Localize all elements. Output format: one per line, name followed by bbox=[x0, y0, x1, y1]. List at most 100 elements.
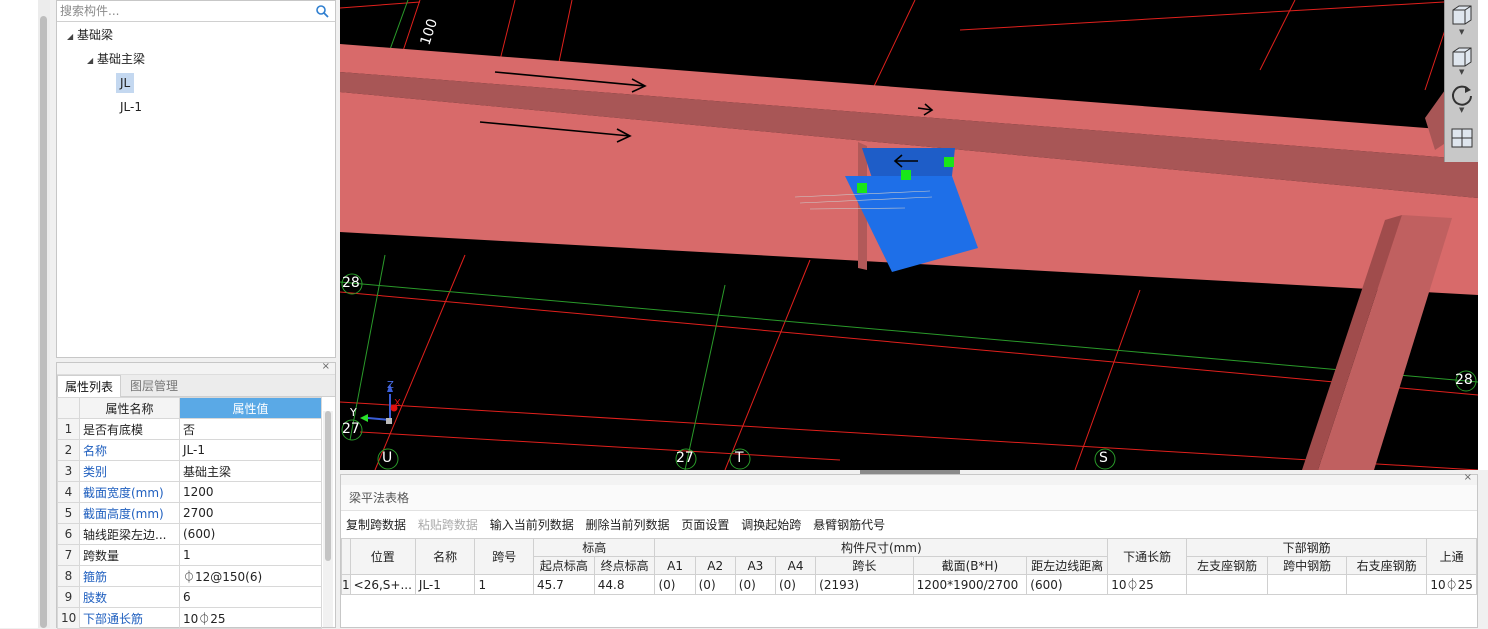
table-row[interactable]: 4 截面宽度(mm) 1200 bbox=[57, 481, 322, 503]
tree-node-jl-1[interactable]: JL-1 bbox=[120, 97, 142, 117]
table-row[interactable]: 7 跨数量 1 bbox=[57, 544, 322, 566]
close-icon[interactable]: × bbox=[322, 361, 330, 372]
table-row[interactable]: 6 轴线距梁左边... (600) bbox=[57, 523, 322, 545]
property-scrollbar[interactable] bbox=[323, 411, 333, 627]
header-a3: A3 bbox=[734, 556, 776, 575]
table-toolbar: 复制跨数据 粘贴跨数据 输入当前列数据 删除当前列数据 页面设置 调换起始跨 悬… bbox=[341, 513, 1477, 537]
cube-icon bbox=[1452, 5, 1472, 25]
tree-node-foundation-beam[interactable]: ◢ 基础梁 bbox=[67, 25, 113, 45]
row-number: 10 bbox=[57, 607, 80, 629]
tree-node-label: JL bbox=[120, 76, 131, 90]
table-row[interactable]: 2 名称 JL-1 bbox=[57, 439, 322, 461]
header-end-elev: 终点标高 bbox=[593, 556, 656, 575]
delete-column-button[interactable]: 删除当前列数据 bbox=[586, 518, 670, 532]
beam-table-panel: × 梁平法表格 复制跨数据 粘贴跨数据 输入当前列数据 删除当前列数据 页面设置… bbox=[340, 472, 1478, 628]
cell-a1[interactable]: (0) bbox=[654, 574, 696, 595]
header-right-support: 右支座钢筋 bbox=[1346, 556, 1428, 575]
prop-value[interactable]: 1 bbox=[179, 544, 322, 566]
prop-value[interactable]: 10⏀25 bbox=[179, 607, 322, 629]
search-input[interactable] bbox=[57, 1, 307, 21]
scroll-thumb[interactable] bbox=[40, 16, 47, 628]
layout-button[interactable] bbox=[1449, 126, 1475, 156]
copy-span-button[interactable]: 复制跨数据 bbox=[346, 518, 406, 532]
prop-value[interactable]: JL-1 bbox=[179, 439, 322, 461]
cell-left-distance[interactable]: (600) bbox=[1026, 574, 1109, 595]
cell-a3[interactable]: (0) bbox=[734, 574, 776, 595]
scroll-thumb[interactable] bbox=[325, 411, 331, 561]
row-number: 1 bbox=[341, 574, 351, 595]
table-row[interactable]: 5 截面高度(mm) 2700 bbox=[57, 502, 322, 524]
prop-value[interactable]: 基础主梁 bbox=[179, 460, 322, 482]
input-column-button[interactable]: 输入当前列数据 bbox=[490, 518, 574, 532]
cell-section[interactable]: 1200*1900/2700 bbox=[912, 574, 1028, 595]
3d-scene[interactable] bbox=[340, 0, 1478, 470]
grip-point[interactable] bbox=[944, 157, 954, 167]
view-box-button[interactable]: ▼ bbox=[1449, 44, 1475, 76]
prop-name: 截面高度(mm) bbox=[79, 502, 180, 524]
axis-origin bbox=[386, 418, 392, 424]
row-number: 3 bbox=[57, 460, 80, 482]
cantilever-code-button[interactable]: 悬臂钢筋代号 bbox=[813, 518, 885, 532]
search-icon[interactable] bbox=[315, 4, 329, 18]
cell-a4[interactable]: (0) bbox=[774, 574, 817, 595]
cell-a2[interactable]: (0) bbox=[694, 574, 736, 595]
cell-left-support[interactable] bbox=[1185, 574, 1269, 595]
table-row[interactable]: 10 下部通长筋 10⏀25 bbox=[57, 607, 322, 629]
tree-node-main-beam[interactable]: ◢ 基础主梁 bbox=[87, 49, 145, 69]
prop-name: 类别 bbox=[79, 460, 180, 482]
header-prop-name: 属性名称 bbox=[79, 397, 180, 419]
prop-value[interactable]: 否 bbox=[179, 418, 322, 440]
table-row[interactable]: 1 <26,S+... JL-1 1 45.7 44.8 (0) (0) (0)… bbox=[341, 574, 1477, 595]
cell-span-length[interactable]: (2193) bbox=[815, 574, 914, 595]
property-panel: × 属性列表 图层管理 属性名称 属性值 1 是否有底模否 2 名称 JL-1 3 类别… bbox=[56, 361, 336, 629]
axis-label-27: 27 bbox=[676, 450, 694, 466]
panel-header: × bbox=[341, 472, 1477, 485]
cell-span-no[interactable]: 1 bbox=[474, 574, 535, 595]
table-row[interactable]: 8 箍筋 ⏀12@150(6) bbox=[57, 565, 322, 587]
close-icon[interactable]: × bbox=[1464, 472, 1472, 483]
cell-right-support[interactable] bbox=[1346, 574, 1428, 595]
axis-triad bbox=[367, 394, 391, 421]
tree-node-label: JL-1 bbox=[120, 100, 142, 114]
expand-triangle-icon[interactable]: ◢ bbox=[67, 27, 77, 47]
cell-top-through[interactable]: 10⏀25 bbox=[1426, 574, 1477, 595]
prop-value[interactable]: 6 bbox=[179, 586, 322, 608]
3d-viewport[interactable]: U T S 27 27 28 28 100 Y Z X bbox=[340, 0, 1478, 470]
chevron-down-icon[interactable]: ▼ bbox=[1459, 68, 1464, 76]
prop-value[interactable]: 2700 bbox=[179, 502, 322, 524]
table-row[interactable]: 3 类别 基础主梁 bbox=[57, 460, 322, 482]
swap-start-span-button[interactable]: 调换起始跨 bbox=[741, 518, 801, 532]
cell-name[interactable]: JL-1 bbox=[414, 574, 476, 595]
header-top-through: 上通 bbox=[1426, 538, 1477, 575]
table-row[interactable]: 1 是否有底模否 bbox=[57, 418, 322, 440]
tab-layer-manage[interactable]: 图层管理 bbox=[123, 375, 185, 397]
cell-start-elev[interactable]: 45.7 bbox=[533, 574, 595, 595]
tab-property-list[interactable]: 属性列表 bbox=[57, 375, 122, 397]
tree-node-jl[interactable]: JL bbox=[116, 73, 135, 93]
header-a2: A2 bbox=[694, 556, 736, 575]
page-setup-button[interactable]: 页面设置 bbox=[681, 518, 729, 532]
prop-value[interactable]: 1200 bbox=[179, 481, 322, 503]
box-icon bbox=[1452, 47, 1472, 67]
chevron-down-icon[interactable]: ▼ bbox=[1459, 28, 1464, 36]
rotate-button[interactable]: ▼ bbox=[1449, 82, 1475, 114]
view-cube-button[interactable]: ▼ bbox=[1449, 4, 1475, 36]
grip-point[interactable] bbox=[901, 170, 911, 180]
cell-mid-span[interactable] bbox=[1267, 574, 1348, 595]
prop-name: 截面宽度(mm) bbox=[79, 481, 180, 503]
prop-value[interactable]: ⏀12@150(6) bbox=[179, 565, 322, 587]
axis-label-t: T bbox=[735, 450, 744, 466]
header-span-no: 跨号 bbox=[474, 538, 535, 575]
cell-bottom-through[interactable]: 10⏀25 bbox=[1107, 574, 1187, 595]
cell-end-elev[interactable]: 44.8 bbox=[593, 574, 656, 595]
paste-span-button[interactable]: 粘贴跨数据 bbox=[418, 518, 478, 532]
table-row[interactable]: 9 肢数 6 bbox=[57, 586, 322, 608]
row-number: 9 bbox=[57, 586, 80, 608]
search-box bbox=[57, 1, 335, 22]
grip-point[interactable] bbox=[857, 183, 867, 193]
left-scrollbar[interactable] bbox=[38, 0, 50, 628]
expand-triangle-icon[interactable]: ◢ bbox=[87, 51, 97, 71]
chevron-down-icon[interactable]: ▼ bbox=[1459, 106, 1464, 114]
prop-value[interactable]: (600) bbox=[179, 523, 322, 545]
cell-position[interactable]: <26,S+... bbox=[349, 574, 416, 595]
